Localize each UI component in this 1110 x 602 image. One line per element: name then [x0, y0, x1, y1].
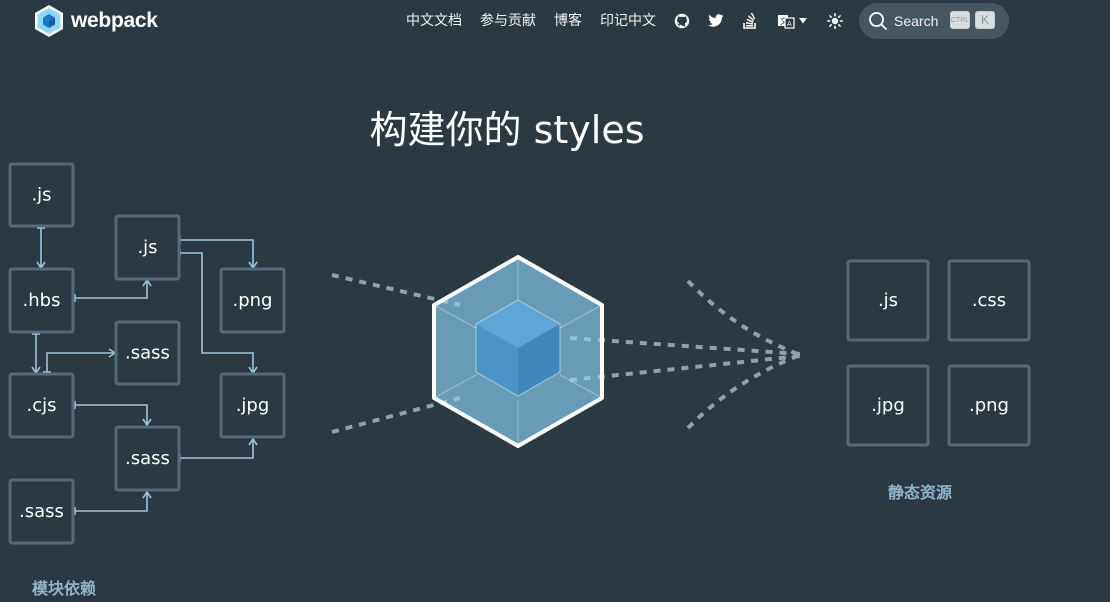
- module-label: .cjs: [27, 395, 57, 416]
- asset-label: .css: [972, 290, 1006, 311]
- module-node-js-1: .js: [8, 162, 75, 228]
- webpack-homepage: webpack 中文文档 参与贡献 博客 印记中文 文 A Search CTR…: [0, 0, 1110, 602]
- module-node-hbs: .hbs: [8, 267, 75, 334]
- asset-node-jpg: .jpg: [846, 364, 930, 447]
- connector-hbs-js: [75, 280, 148, 299]
- module-label: .sass: [125, 448, 170, 469]
- module-label: .sass: [19, 501, 64, 522]
- module-node-sass-1: .sass: [114, 320, 181, 386]
- asset-label: .jpg: [871, 395, 905, 416]
- connector-js-jpg: [179, 252, 254, 373]
- module-node-sass-3: .sass: [8, 478, 75, 545]
- module-label: .js: [31, 185, 51, 206]
- connector-cjs-sass-middle: [75, 404, 148, 425]
- module-node-cjs: .cjs: [8, 372, 75, 439]
- webpack-cube-icon: [432, 255, 604, 448]
- output-flow-lines: [569, 279, 801, 430]
- connector-sass-sass: [75, 492, 148, 512]
- module-node-js-2: .js: [114, 214, 181, 281]
- module-label: .png: [233, 290, 273, 311]
- assets-caption: 静态资源: [888, 483, 953, 502]
- modules-caption: 模块依赖: [32, 579, 97, 598]
- module-label: .sass: [125, 343, 170, 364]
- module-node-sass-2: .sass: [114, 425, 181, 492]
- module-node-jpg: .jpg: [219, 372, 286, 439]
- connector-cjs-sass: [46, 352, 115, 373]
- asset-label: .js: [878, 290, 898, 311]
- asset-label: .png: [969, 395, 1009, 416]
- module-label: .js: [137, 237, 157, 258]
- connector-sass-jpg: [179, 439, 254, 459]
- connector-js-png: [179, 239, 254, 268]
- module-label: .hbs: [23, 290, 61, 311]
- asset-node-png: .png: [947, 364, 1031, 447]
- bundling-diagram: .js .js .hbs .png .sass .cjs .jpg .sass: [8, 162, 1031, 545]
- module-node-png: .png: [219, 267, 286, 334]
- module-label: .jpg: [236, 395, 270, 416]
- asset-node-css: .css: [947, 259, 1031, 342]
- asset-node-js: .js: [846, 259, 930, 342]
